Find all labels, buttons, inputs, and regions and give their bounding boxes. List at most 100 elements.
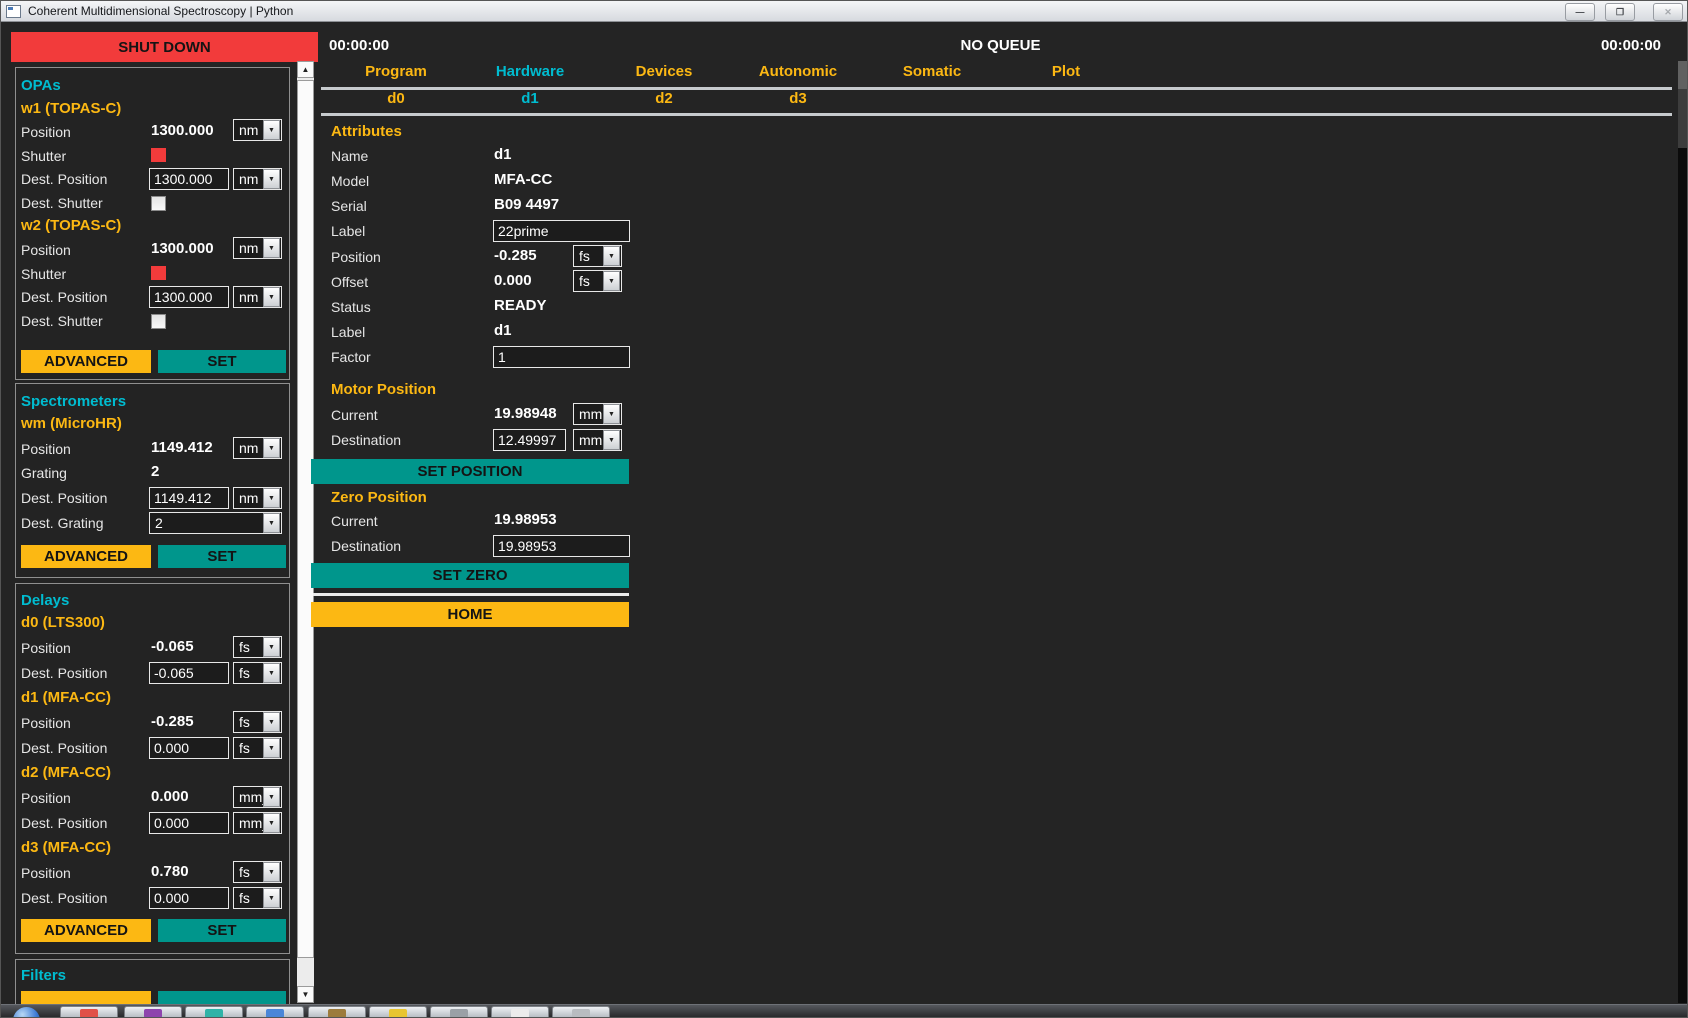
- dropdown-arrow-icon[interactable]: ▼: [603, 271, 620, 291]
- w2-position-unit-select[interactable]: nm ▼: [233, 237, 282, 259]
- scroll-down-button[interactable]: ▼: [297, 986, 314, 1003]
- dropdown-arrow-icon[interactable]: ▼: [263, 169, 280, 189]
- d1-dest-unit-select[interactable]: fs ▼: [233, 737, 282, 759]
- tab-autonomic[interactable]: Autonomic: [731, 63, 865, 80]
- dropdown-arrow-icon[interactable]: ▼: [603, 430, 620, 450]
- d1-position-unit-select[interactable]: fs ▼: [233, 711, 282, 733]
- w1-dest-shutter-checkbox[interactable]: [151, 196, 166, 211]
- set-zero-button[interactable]: SET ZERO: [311, 563, 629, 588]
- delays-advanced-button[interactable]: ADVANCED: [21, 919, 151, 942]
- taskbar-app-7[interactable]: [430, 1006, 488, 1018]
- d2-position-unit: mm_: [234, 789, 263, 805]
- dropdown-arrow-icon[interactable]: ▼: [263, 888, 280, 908]
- taskbar-app-3[interactable]: [185, 1006, 243, 1018]
- taskbar-app-9[interactable]: [552, 1006, 610, 1018]
- w1-shutter-label: Shutter: [21, 148, 66, 164]
- taskbar-app-6[interactable]: [369, 1006, 427, 1018]
- wm-position-value: 1149.412: [151, 439, 213, 456]
- dropdown-arrow-icon[interactable]: ▼: [603, 246, 620, 266]
- shutdown-button[interactable]: SHUT DOWN: [11, 32, 318, 62]
- position-unit-select[interactable]: fs ▼: [573, 245, 622, 267]
- d3-dest-unit-select[interactable]: fs ▼: [233, 887, 282, 909]
- taskbar-app-2[interactable]: [124, 1006, 182, 1018]
- factor-input[interactable]: [493, 346, 630, 368]
- main-scrollbar-track[interactable]: [1678, 148, 1688, 1003]
- sidebar-scrollbar-thumb[interactable]: [297, 80, 314, 958]
- wm-dest-position-input[interactable]: [149, 487, 229, 509]
- taskbar-app-5[interactable]: [308, 1006, 366, 1018]
- purple-app-icon: [144, 1009, 162, 1018]
- taskbar-app-1[interactable]: [60, 1006, 118, 1018]
- d2-dest-unit-select[interactable]: mm_ ▼: [233, 812, 282, 834]
- w1-dest-position-input[interactable]: [149, 168, 229, 190]
- d2-position-unit-select[interactable]: mm_ ▼: [233, 786, 282, 808]
- motor-current-unit-select[interactable]: mm ▼: [573, 403, 622, 425]
- w2-dest-position-input[interactable]: [149, 286, 229, 308]
- w1-shutter-indicator: [151, 148, 166, 162]
- dropdown-arrow-icon[interactable]: ▼: [263, 637, 280, 657]
- d2-dest-position-input[interactable]: [149, 812, 229, 834]
- taskbar-app-8[interactable]: [491, 1006, 549, 1018]
- w1-position-unit-select[interactable]: nm ▼: [233, 119, 282, 141]
- wm-position-unit-select[interactable]: nm ▼: [233, 437, 282, 459]
- d1-position-value: -0.285: [151, 713, 194, 730]
- d0-dest-unit-select[interactable]: fs ▼: [233, 662, 282, 684]
- d2-position-value: 0.000: [151, 788, 189, 805]
- zero-current-label: Current: [331, 513, 378, 529]
- d0-dest-position-input[interactable]: [149, 662, 229, 684]
- w2-dest-shutter-checkbox[interactable]: [151, 314, 166, 329]
- scroll-up-button[interactable]: ▲: [297, 61, 314, 78]
- dropdown-arrow-icon[interactable]: ▼: [603, 404, 620, 424]
- dropdown-arrow-icon[interactable]: ▼: [263, 120, 280, 140]
- subtab-d1[interactable]: d1: [463, 90, 597, 107]
- offset-unit-select[interactable]: fs ▼: [573, 270, 622, 292]
- tab-devices[interactable]: Devices: [597, 63, 731, 80]
- close-button[interactable]: ✕: [1653, 3, 1683, 21]
- spectrometers-set-button[interactable]: SET: [158, 545, 286, 568]
- tab-program[interactable]: Program: [329, 63, 463, 80]
- minimize-button[interactable]: —: [1565, 3, 1595, 21]
- wm-dest-grating-select[interactable]: 2 ▼: [149, 512, 282, 534]
- wm-dest-unit-select[interactable]: nm ▼: [233, 487, 282, 509]
- set-position-button[interactable]: SET POSITION: [311, 459, 629, 484]
- opas-set-button[interactable]: SET: [158, 350, 286, 373]
- w1-dest-unit-select[interactable]: nm ▼: [233, 168, 282, 190]
- delays-set-button[interactable]: SET: [158, 919, 286, 942]
- dropdown-arrow-icon[interactable]: ▼: [263, 862, 280, 882]
- filters-title: Filters: [21, 967, 66, 984]
- d1-dest-position-input[interactable]: [149, 737, 229, 759]
- tab-plot[interactable]: Plot: [999, 63, 1133, 80]
- main-scrollbar-thumb[interactable]: [1678, 61, 1688, 89]
- d0-position-unit-select[interactable]: fs ▼: [233, 636, 282, 658]
- tab-hardware[interactable]: Hardware: [463, 63, 597, 80]
- tab-somatic[interactable]: Somatic: [865, 63, 999, 80]
- dropdown-arrow-icon[interactable]: ▼: [263, 238, 280, 258]
- maximize-button[interactable]: ❐: [1605, 3, 1635, 21]
- d3-dest-position-input[interactable]: [149, 887, 229, 909]
- subtab-d3[interactable]: d3: [731, 90, 865, 107]
- motor-destination-unit-select[interactable]: mm ▼: [573, 429, 622, 451]
- label-input[interactable]: [493, 220, 630, 242]
- subtab-d2[interactable]: d2: [597, 90, 731, 107]
- subtab-d0[interactable]: d0: [329, 90, 463, 107]
- spectrometers-advanced-button[interactable]: ADVANCED: [21, 545, 151, 568]
- dropdown-arrow-icon[interactable]: ▼: [263, 438, 280, 458]
- opas-advanced-button[interactable]: ADVANCED: [21, 350, 151, 373]
- dropdown-arrow-icon[interactable]: ▼: [263, 488, 280, 508]
- dropdown-arrow-icon[interactable]: ▼: [263, 663, 280, 683]
- d1-header: d1 (MFA-CC): [21, 689, 111, 706]
- scroll-up-icon: ▲: [302, 65, 310, 74]
- d3-position-unit-select[interactable]: fs ▼: [233, 861, 282, 883]
- taskbar-app-4[interactable]: [246, 1006, 304, 1018]
- offset-value: 0.000: [494, 272, 532, 289]
- zero-destination-input[interactable]: [493, 535, 630, 557]
- dropdown-arrow-icon[interactable]: ▼: [263, 712, 280, 732]
- w2-dest-unit-select[interactable]: nm ▼: [233, 286, 282, 308]
- motor-destination-input[interactable]: [493, 429, 566, 451]
- dropdown-arrow-icon[interactable]: ▼: [263, 787, 280, 807]
- dropdown-arrow-icon[interactable]: ▼: [263, 287, 280, 307]
- dropdown-arrow-icon[interactable]: ▼: [263, 813, 280, 833]
- dropdown-arrow-icon[interactable]: ▼: [263, 513, 280, 533]
- home-button[interactable]: HOME: [311, 602, 629, 627]
- dropdown-arrow-icon[interactable]: ▼: [263, 738, 280, 758]
